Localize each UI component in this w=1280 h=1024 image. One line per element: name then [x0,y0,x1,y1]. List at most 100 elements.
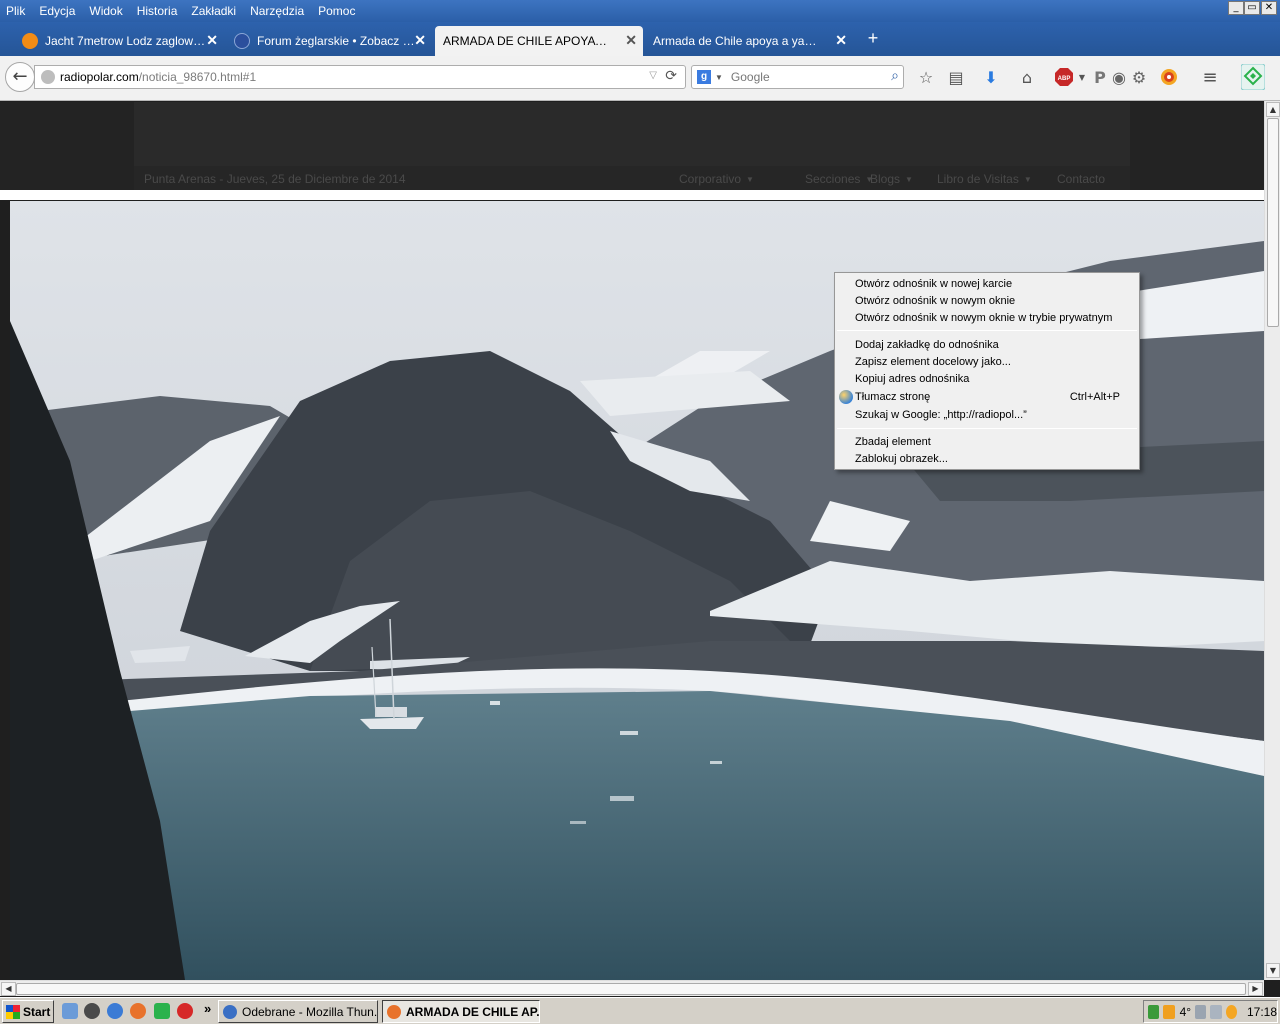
nav-label: Corporativo [679,172,742,186]
menu-tools[interactable]: Narzędzia [250,4,304,18]
firefox-sync-icon[interactable] [1159,68,1179,88]
tab-label: Jacht 7metrow Lodz zaglowka... [45,34,210,48]
ctx-bookmark-link[interactable]: Dodaj zakładkę do odnośnika [855,337,999,353]
menu-help[interactable]: Pomoc [318,4,355,18]
gear-icon[interactable]: ⚙ [1129,68,1149,88]
scroll-thumb[interactable] [1267,118,1279,327]
vertical-scrollbar[interactable]: ▲ ▼ [1264,101,1280,980]
tab-armada-active[interactable]: ARMADA DE CHILE APOYA A YAT... ✕ [435,26,643,56]
close-tab-icon[interactable]: ✕ [625,32,637,49]
scroll-right-icon[interactable]: ▶ [1248,982,1263,996]
ctx-copy-link[interactable]: Kopiuj adres odnośnika [855,371,969,387]
temperature: 4° [1179,1004,1192,1019]
ctx-open-private-window[interactable]: Otwórz odnośnik w nowym oknie w trybie p… [855,310,1112,326]
taskbar-firefox[interactable]: ARMADA DE CHILE AP... [382,1000,540,1023]
menu-edit[interactable]: Edycja [39,4,75,18]
ctx-inspect-element[interactable]: Zbadaj element [855,434,931,450]
feedly-icon[interactable] [154,1003,170,1019]
caret-down-icon: ▼ [746,175,754,184]
site-favicon-icon [22,33,38,49]
menu-history[interactable]: Historia [137,4,178,18]
ctx-translate-page[interactable]: Tłumacz stronę [855,389,930,405]
weather-icon[interactable] [1195,1004,1207,1019]
firefox-icon[interactable] [130,1003,146,1019]
tab-forum[interactable]: Forum żeglarskie • Zobacz wą... ✕ [226,26,432,56]
menu-file[interactable]: Plik [6,4,25,18]
caret-down-icon: ▼ [1023,175,1032,184]
system-tray: 4° 17:18 [1143,1000,1278,1023]
ctx-save-link-as[interactable]: Zapisz element docelowy jako... [855,354,1011,370]
messenger-icon[interactable] [84,1003,100,1019]
nav-blogs[interactable]: Blogs ▼ [870,172,913,186]
nav-secciones[interactable]: Secciones ▼ [805,172,873,186]
ctx-separator [837,330,1137,331]
close-tab-icon[interactable]: ✕ [414,32,426,49]
more-quicklaunch-icon[interactable]: » [204,1001,211,1016]
back-button[interactable]: ← [5,62,35,92]
pinterest-icon[interactable]: P [1090,68,1110,88]
close-window-button[interactable]: ✕ [1261,1,1277,15]
taskbar: Start » Odebrane - Mozilla Thun... ARMAD… [0,997,1280,1024]
minimize-button[interactable]: _ [1228,1,1244,15]
ctx-separator [837,428,1137,429]
start-button[interactable]: Start [2,1000,54,1023]
thunderbird-icon[interactable] [107,1003,123,1019]
ctx-open-new-tab[interactable]: Otwórz odnośnik w nowej karcie [855,276,1012,292]
context-menu: Otwórz odnośnik w nowej karcie Otwórz od… [834,272,1140,470]
nav-label: Blogs [870,172,901,186]
scroll-up-icon[interactable]: ▲ [1266,102,1280,117]
nav-label: Secciones [805,172,861,186]
home-icon[interactable]: ⌂ [1017,68,1037,88]
extension-icon[interactable]: ◉ [1109,68,1129,88]
nav-corporativo[interactable]: Corporativo ▼ [679,172,754,186]
google-engine-icon[interactable]: g [697,70,711,84]
volume-icon[interactable] [1210,1004,1222,1019]
site-favicon-icon [234,33,250,49]
caret-down-icon: ▼ [905,175,913,184]
engine-dropdown-icon[interactable]: ▼ [715,73,723,82]
star-icon[interactable]: ☆ [916,68,936,88]
scroll-down-icon[interactable]: ▼ [1266,963,1280,978]
network-icon[interactable] [1148,1004,1160,1019]
close-tab-icon[interactable]: ✕ [206,32,218,49]
maximize-button[interactable]: ▭ [1244,1,1260,15]
scroll-thumb[interactable] [16,983,1246,995]
site-nav-bar: Punta Arenas - Jueves, 25 de Diciembre d… [134,166,1130,190]
new-tab-button[interactable]: + [862,26,884,50]
scroll-left-icon[interactable]: ◀ [1,982,16,996]
ctx-open-new-window[interactable]: Otwórz odnośnik w nowym oknie [855,293,1015,309]
nav-contacto[interactable]: Contacto [1057,172,1105,186]
nav-label: Libro de Visitas [937,172,1019,186]
app-icon[interactable] [177,1003,193,1019]
site-identity-icon[interactable] [41,70,55,84]
avast-icon[interactable] [1163,1004,1175,1019]
task-label: Odebrane - Mozilla Thun... [242,1004,378,1019]
menu-view[interactable]: Widok [89,4,122,18]
close-tab-icon[interactable]: ✕ [835,32,847,49]
menu-bookmarks[interactable]: Zakładki [191,4,236,18]
nav-libro-de-visitas[interactable]: Libro de Visitas ▼ [937,172,1032,186]
url-path: /noticia_98670.html#1 [138,70,257,84]
tab-label: Armada de Chile apoya a yate pol... [653,34,818,48]
ctx-block-image[interactable]: Zablokuj obrazek... [855,451,948,467]
search-bar[interactable]: g ▼ Google ⌕ [691,65,904,89]
ctx-search-google[interactable]: Szukaj w Google: „http://radiopol...” [855,407,1027,423]
url-history-dropdown-icon[interactable]: ▽ [649,70,657,81]
url-bar[interactable]: radiopolar.com/noticia_98670.html#1 ▽ ⟳ [34,65,686,89]
windows-logo-icon [6,1004,20,1019]
tab-jacht[interactable]: Jacht 7metrow Lodz zaglowka... ✕ [14,26,224,56]
content-top-strip [0,190,1265,200]
show-desktop-icon[interactable] [62,1003,78,1019]
tab-armada-2[interactable]: Armada de Chile apoya a yate pol... ✕ [645,26,853,56]
reading-list-icon[interactable]: ▤ [946,68,966,88]
download-icon[interactable]: ⬇ [981,68,1001,88]
taskbar-thunderbird[interactable]: Odebrane - Mozilla Thun... [218,1000,378,1023]
search-icon[interactable]: ⌕ [891,68,899,84]
feedly-icon[interactable] [1240,63,1266,91]
adblock-icon[interactable]: ABP [1054,68,1074,88]
horizontal-scrollbar[interactable]: ◀ ▶ [0,980,1264,996]
sync-icon[interactable] [1225,1004,1237,1019]
adblock-dropdown-icon[interactable]: ▼ [1072,68,1092,88]
reload-icon[interactable]: ⟳ [665,68,677,84]
menu-icon[interactable]: ≡ [1200,68,1220,88]
